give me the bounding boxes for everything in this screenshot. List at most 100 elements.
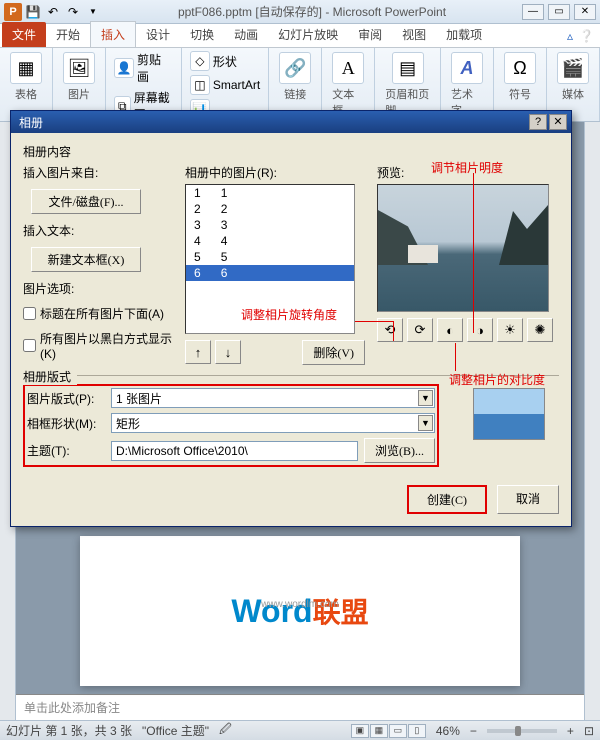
header-footer-icon: ▤ — [392, 52, 424, 84]
help-icon[interactable]: ❔ — [579, 29, 594, 43]
layout-fields-highlight: 图片版式(P): 1 张图片▼ 相框形状(M): 矩形▼ 主题(T): D:\M… — [23, 384, 439, 467]
rotate-right-button[interactable]: ⟳ — [407, 318, 433, 342]
annotation-line — [393, 321, 394, 341]
tab-transitions[interactable]: 切换 — [180, 22, 224, 47]
album-dialog: 相册 ? ✕ 相册内容 插入图片来自: 文件/磁盘(F)... 插入文本: 新建… — [10, 110, 572, 527]
window-title: pptF086.pptm [自动保存的] - Microsoft PowerPo… — [102, 3, 522, 20]
tab-file[interactable]: 文件 — [2, 22, 46, 47]
media-icon: 🎬 — [557, 52, 589, 84]
tab-view[interactable]: 视图 — [392, 22, 436, 47]
tables-button[interactable]: ▦表格 — [6, 50, 46, 104]
qat-dropdown-icon[interactable]: ▼ — [84, 3, 102, 21]
pics-in-album-label: 相册中的图片(R): — [185, 164, 365, 181]
tab-animations[interactable]: 动画 — [224, 22, 268, 47]
preview-box — [377, 184, 549, 312]
annotation-line — [355, 321, 393, 322]
fit-button[interactable]: ⊡ — [584, 724, 594, 738]
language-indicator[interactable]: 🖉 — [219, 720, 232, 741]
tab-insert[interactable]: 插入 — [90, 21, 136, 47]
shapes-icon: ◇ — [190, 51, 210, 71]
move-up-button[interactable]: ↑ — [185, 340, 211, 364]
insert-text-label: 插入文本: — [23, 222, 173, 239]
clipart-button[interactable]: 👤剪贴画 — [112, 50, 175, 86]
brightness-up-button[interactable]: ☀ — [497, 318, 523, 342]
smartart-icon: ◫ — [190, 75, 210, 95]
annotation-rotation: 调整相片旋转角度 — [241, 306, 337, 323]
tab-design[interactable]: 设计 — [136, 22, 180, 47]
annotation-line — [473, 173, 474, 333]
zoom-in-button[interactable]: + — [567, 724, 574, 738]
statusbar: 幻灯片 第 1 张，共 3 张 "Office 主题" 🖉 ▣ ▦ ▭ ▯ 46… — [0, 720, 600, 740]
zoom-slider[interactable] — [487, 729, 557, 733]
theme-name: "Office 主题" — [142, 722, 209, 739]
close-button[interactable]: ✕ — [574, 4, 596, 20]
annotation-brightness: 调节相片明度 — [431, 159, 503, 176]
dialog-title: 相册 — [15, 114, 527, 131]
link-icon: 🔗 — [279, 52, 311, 84]
table-icon: ▦ — [10, 52, 42, 84]
tab-review[interactable]: 审阅 — [348, 22, 392, 47]
brightness-down-button[interactable]: ✺ — [527, 318, 553, 342]
image-icon: 🖼 — [63, 52, 95, 84]
frame-shape-combo[interactable]: 矩形▼ — [111, 413, 435, 433]
ribbon-tabs: 文件 开始 插入 设计 切换 动画 幻灯片放映 审阅 视图 加载项 ▵ ❔ — [0, 24, 600, 48]
maximize-button[interactable]: ▭ — [548, 4, 570, 20]
slide[interactable]: www.wordlm.com Word联盟 — [80, 536, 520, 686]
album-content-label: 相册内容 — [23, 143, 559, 160]
layout-section-label: 相册版式 — [23, 368, 77, 385]
redo-icon[interactable]: ↷ — [64, 3, 82, 21]
notes-pane[interactable]: 单击此处添加备注 — [16, 694, 584, 720]
cancel-button[interactable]: 取消 — [497, 485, 559, 514]
insert-from-label: 插入图片来自: — [23, 164, 173, 181]
media-button[interactable]: 🎬媒体 — [553, 50, 593, 104]
clipart-icon: 👤 — [114, 58, 134, 78]
logo-union: 联盟 — [313, 591, 369, 631]
annotation-line — [455, 343, 456, 371]
dialog-close-button[interactable]: ✕ — [549, 114, 567, 130]
smartart-button[interactable]: ◫SmartArt — [188, 74, 262, 96]
wordart-icon: A — [451, 52, 483, 84]
new-textbox-button[interactable]: 新建文本框(X) — [31, 247, 141, 272]
pic-options-label: 图片选项: — [23, 280, 173, 297]
save-icon[interactable]: 💾 — [24, 3, 42, 21]
contrast-down-button[interactable]: ◑ — [467, 318, 493, 342]
dialog-titlebar[interactable]: 相册 ? ✕ — [11, 111, 571, 133]
frame-shape-label: 相框形状(M): — [27, 415, 105, 432]
layout-thumbnail — [473, 388, 545, 440]
browse-button[interactable]: 浏览(B)... — [364, 438, 435, 463]
create-button[interactable]: 创建(C) — [407, 485, 487, 514]
vertical-scrollbar[interactable] — [584, 122, 600, 720]
theme-input[interactable]: D:\Microsoft Office\2010\ — [111, 441, 358, 461]
zoom-level[interactable]: 46% — [436, 724, 460, 738]
pic-layout-combo[interactable]: 1 张图片▼ — [111, 388, 435, 408]
move-down-button[interactable]: ↓ — [215, 340, 241, 364]
remove-button[interactable]: 删除(V) — [302, 340, 365, 365]
symbol-button[interactable]: Ω符号 — [500, 50, 540, 104]
bw-checkbox[interactable]: 所有图片以黑白方式显示(K) — [23, 330, 173, 361]
normal-view-button[interactable]: ▣ — [351, 724, 369, 738]
shapes-button[interactable]: ◇形状 — [188, 50, 262, 72]
logo-url: www.wordlm.com — [261, 599, 339, 610]
slide-counter: 幻灯片 第 1 张，共 3 张 — [6, 722, 132, 739]
tab-addins[interactable]: 加载项 — [436, 22, 492, 47]
contrast-up-button[interactable]: ◐ — [437, 318, 463, 342]
tab-slideshow[interactable]: 幻灯片放映 — [268, 22, 348, 47]
caption-checkbox[interactable]: 标题在所有图片下面(A) — [23, 305, 173, 322]
file-disk-button[interactable]: 文件/磁盘(F)... — [31, 189, 141, 214]
reading-view-button[interactable]: ▭ — [389, 724, 407, 738]
zoom-out-button[interactable]: − — [470, 724, 477, 738]
sorter-view-button[interactable]: ▦ — [370, 724, 388, 738]
list-item: 3 3 — [186, 217, 354, 233]
link-button[interactable]: 🔗链接 — [275, 50, 315, 104]
ribbon-minimize-icon[interactable]: ▵ — [567, 29, 573, 43]
list-item: 6 6 — [186, 265, 354, 281]
minimize-button[interactable]: — — [522, 4, 544, 20]
slideshow-view-button[interactable]: ▯ — [408, 724, 426, 738]
list-item: 5 5 — [186, 249, 354, 265]
tab-home[interactable]: 开始 — [46, 22, 90, 47]
list-item: 1 1 — [186, 185, 354, 201]
dialog-help-button[interactable]: ? — [529, 114, 547, 130]
images-button[interactable]: 🖼图片 — [59, 50, 99, 104]
undo-icon[interactable]: ↶ — [44, 3, 62, 21]
chevron-down-icon: ▼ — [418, 390, 433, 406]
